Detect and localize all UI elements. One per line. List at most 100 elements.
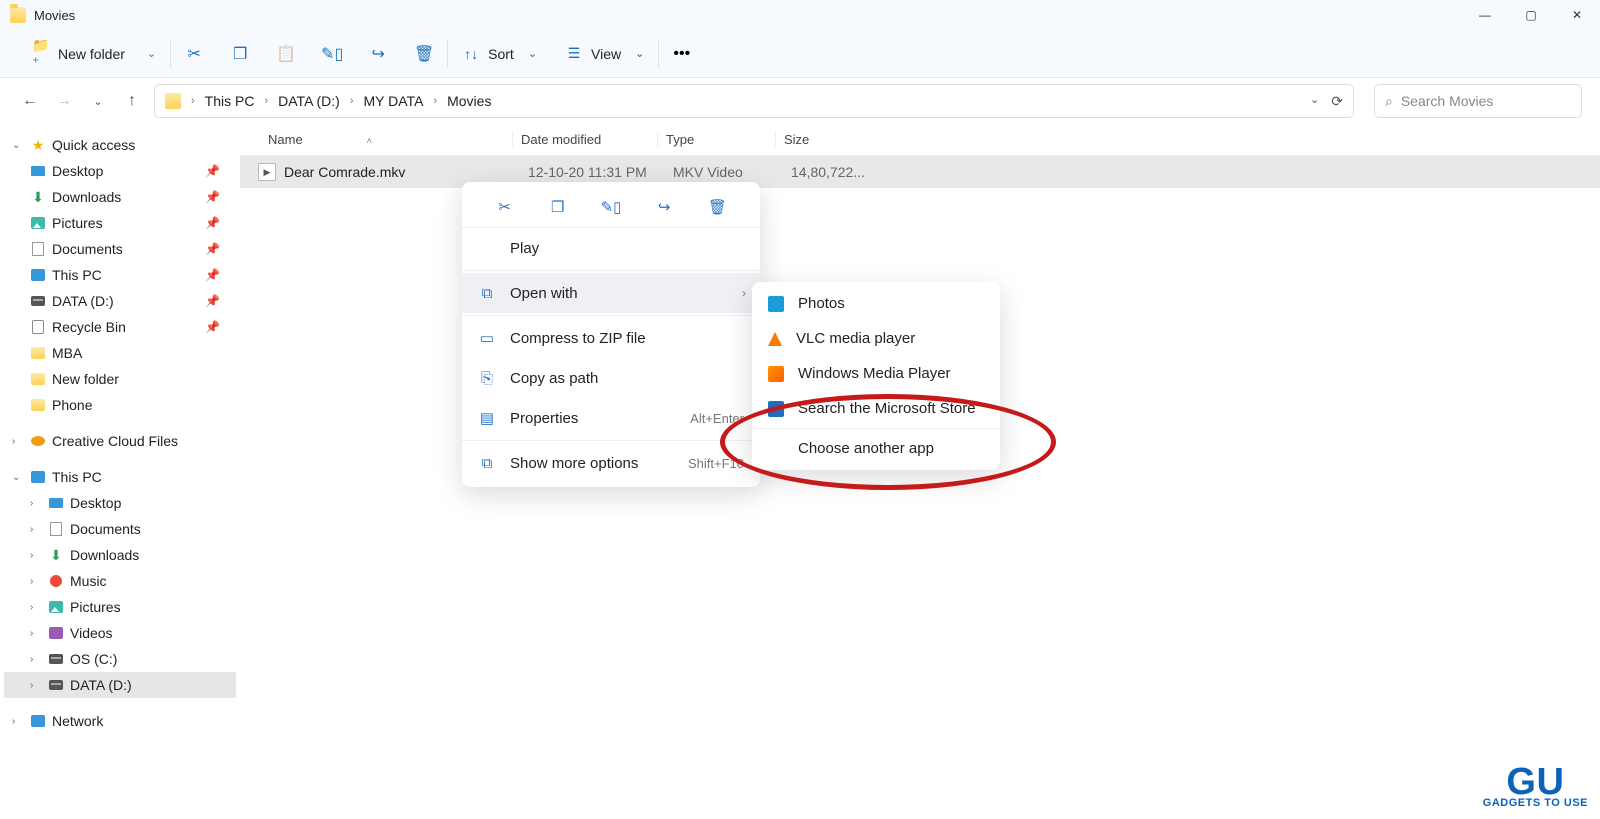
minimize-button[interactable]: — bbox=[1462, 0, 1508, 30]
close-button[interactable]: ✕ bbox=[1554, 0, 1600, 30]
share-icon[interactable]: ↪ bbox=[369, 45, 387, 63]
submenu-item-photos[interactable]: Photos bbox=[752, 286, 1000, 321]
sidebar-item-desktop[interactable]: Desktop📌 bbox=[4, 158, 236, 184]
rename-icon[interactable]: ✎▯ bbox=[601, 197, 621, 217]
divider bbox=[752, 428, 1000, 429]
breadcrumb-item[interactable]: MY DATA bbox=[364, 93, 424, 109]
openwith-icon: ⧉ bbox=[478, 284, 496, 302]
context-menu: ✂ ❐ ✎▯ ↪ 🗑 Play ⧉ Open with › ▭ Compress… bbox=[462, 182, 760, 487]
view-icon: ☰ bbox=[565, 45, 583, 63]
file-name: Dear Comrade.mkv bbox=[284, 164, 520, 180]
chevron-right-icon: › bbox=[350, 95, 354, 107]
address-dropdown-icon[interactable]: ⌄ bbox=[1310, 93, 1319, 110]
window-title: Movies bbox=[34, 8, 75, 23]
cut-icon[interactable]: ✂ bbox=[185, 45, 203, 63]
sidebar-item-creative[interactable]: ›Creative Cloud Files bbox=[4, 428, 236, 454]
sidebar-item-network[interactable]: ›Network bbox=[4, 708, 236, 734]
sidebar-item-documents2[interactable]: ›Documents bbox=[4, 516, 236, 542]
copy-icon[interactable]: ❐ bbox=[548, 197, 568, 217]
title-bar: Movies — ▢ ✕ bbox=[0, 0, 1600, 30]
delete-icon[interactable]: 🗑 bbox=[707, 197, 727, 217]
up-button[interactable]: ↑ bbox=[120, 89, 144, 113]
column-date[interactable]: Date modified bbox=[512, 132, 657, 147]
context-item-play[interactable]: Play bbox=[462, 228, 760, 268]
sidebar-item-datad2[interactable]: ›DATA (D:) bbox=[4, 672, 236, 698]
back-button[interactable]: ← bbox=[18, 89, 42, 113]
submenu-item-vlc[interactable]: VLC media player bbox=[752, 321, 1000, 356]
maximize-button[interactable]: ▢ bbox=[1508, 0, 1554, 30]
recent-dropdown[interactable]: ⌄ bbox=[86, 89, 110, 113]
file-list-area: Name ˄ Date modified Type Size ▶ Dear Co… bbox=[240, 124, 1600, 819]
chevron-right-icon: › bbox=[742, 286, 746, 300]
app-folder-icon bbox=[10, 7, 26, 23]
rename-icon[interactable]: ✎▯ bbox=[323, 45, 341, 63]
submenu-item-choose[interactable]: Choose another app bbox=[752, 431, 1000, 466]
watermark-logo: GU bbox=[1506, 767, 1564, 797]
refresh-icon[interactable]: ⟳ bbox=[1331, 93, 1343, 110]
breadcrumb-item[interactable]: This PC bbox=[205, 93, 255, 109]
sidebar-item-mba[interactable]: MBA bbox=[4, 340, 236, 366]
column-name[interactable]: Name ˄ bbox=[268, 132, 512, 147]
copypath-icon: ⎘ bbox=[478, 369, 496, 387]
shortcut-label: Alt+Enter bbox=[690, 411, 744, 426]
new-folder-label: New folder bbox=[58, 46, 125, 62]
chevron-down-icon[interactable]: ⌄ bbox=[147, 47, 156, 60]
search-box[interactable]: ⌕ Search Movies bbox=[1374, 84, 1582, 118]
sidebar-item-pictures[interactable]: Pictures📌 bbox=[4, 210, 236, 236]
context-quick-actions: ✂ ❐ ✎▯ ↪ 🗑 bbox=[462, 186, 760, 228]
sidebar-item-pictures2[interactable]: ›Pictures bbox=[4, 594, 236, 620]
sidebar-item-downloads[interactable]: ⬇Downloads📌 bbox=[4, 184, 236, 210]
sidebar-item-quickaccess[interactable]: ⌄★Quick access bbox=[4, 132, 236, 158]
sort-button[interactable]: ↑↓Sort bbox=[448, 30, 551, 77]
sidebar-item-recycle[interactable]: Recycle Bin📌 bbox=[4, 314, 236, 340]
context-item-openwith[interactable]: ⧉ Open with › bbox=[462, 273, 760, 313]
play-icon bbox=[478, 239, 496, 257]
sidebar-item-videos[interactable]: ›Videos bbox=[4, 620, 236, 646]
context-item-properties[interactable]: ▤ Properties Alt+Enter bbox=[462, 398, 760, 438]
copy-icon[interactable]: ❐ bbox=[231, 45, 249, 63]
column-size[interactable]: Size bbox=[775, 132, 855, 147]
breadcrumb-item[interactable]: DATA (D:) bbox=[278, 93, 340, 109]
search-icon: ⌕ bbox=[1385, 93, 1393, 110]
cut-icon[interactable]: ✂ bbox=[495, 197, 515, 217]
wmp-icon bbox=[768, 366, 784, 382]
context-item-copypath[interactable]: ⎘ Copy as path bbox=[462, 358, 760, 398]
sidebar-item-downloads2[interactable]: ›⬇Downloads bbox=[4, 542, 236, 568]
file-row[interactable]: ▶ Dear Comrade.mkv 12-10-20 11:31 PM MKV… bbox=[240, 156, 1600, 188]
shortcut-label: Shift+F10 bbox=[688, 456, 744, 471]
sidebar-item-thispc[interactable]: This PC📌 bbox=[4, 262, 236, 288]
file-icon: ▶ bbox=[258, 163, 276, 181]
sidebar-item-music[interactable]: ›Music bbox=[4, 568, 236, 594]
divider bbox=[462, 440, 760, 441]
view-label: View bbox=[591, 46, 621, 62]
search-placeholder: Search Movies bbox=[1401, 93, 1494, 109]
file-size: 14,80,722... bbox=[783, 164, 863, 180]
submenu-item-store[interactable]: Search the Microsoft Store bbox=[752, 391, 1000, 426]
delete-icon[interactable]: 🗑 bbox=[415, 45, 433, 63]
more-button[interactable]: ••• bbox=[659, 30, 704, 77]
zip-icon: ▭ bbox=[478, 329, 496, 347]
sidebar-item-newfolder[interactable]: New folder bbox=[4, 366, 236, 392]
sidebar-item-osc[interactable]: ›OS (C:) bbox=[4, 646, 236, 672]
sort-label: Sort bbox=[488, 46, 514, 62]
context-item-zip[interactable]: ▭ Compress to ZIP file bbox=[462, 318, 760, 358]
address-bar[interactable]: › This PC › DATA (D:) › MY DATA › Movies… bbox=[154, 84, 1354, 118]
sidebar-item-thispc2[interactable]: ⌄This PC bbox=[4, 464, 236, 490]
paste-icon[interactable]: 📋 bbox=[277, 45, 295, 63]
column-type[interactable]: Type bbox=[657, 132, 775, 147]
view-button[interactable]: ☰ View bbox=[551, 30, 658, 77]
sidebar-item-desktop2[interactable]: ›Desktop bbox=[4, 490, 236, 516]
sidebar-item-documents[interactable]: Documents📌 bbox=[4, 236, 236, 262]
sidebar-item-datad[interactable]: DATA (D:)📌 bbox=[4, 288, 236, 314]
sidebar-item-phone[interactable]: Phone bbox=[4, 392, 236, 418]
blank-icon bbox=[768, 441, 784, 457]
context-item-showmore[interactable]: ⧉ Show more options Shift+F10 bbox=[462, 443, 760, 483]
chevron-right-icon: › bbox=[264, 95, 268, 107]
forward-button[interactable]: → bbox=[52, 89, 76, 113]
new-folder-group[interactable]: 📁⁺ New folder ⌄ bbox=[18, 30, 170, 77]
watermark-text: GADGETS TO USE bbox=[1483, 797, 1588, 809]
breadcrumb-item[interactable]: Movies bbox=[447, 93, 491, 109]
submenu-item-wmp[interactable]: Windows Media Player bbox=[752, 356, 1000, 391]
share-icon[interactable]: ↪ bbox=[654, 197, 674, 217]
file-type: MKV Video bbox=[665, 164, 783, 180]
